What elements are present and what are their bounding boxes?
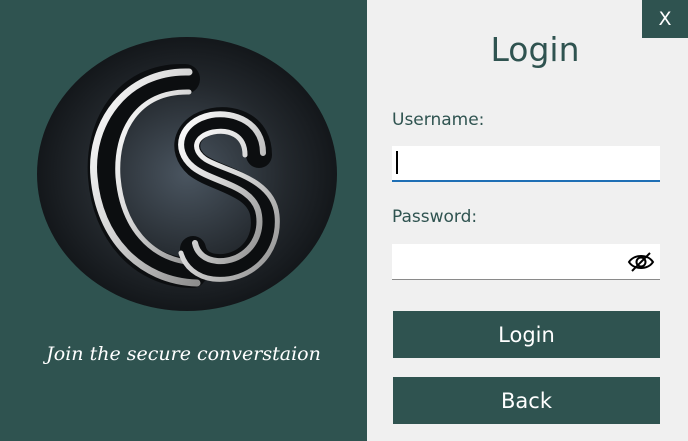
branding-panel: Join the secure converstaion xyxy=(0,0,367,441)
username-input[interactable] xyxy=(392,146,660,182)
password-input[interactable] xyxy=(392,244,660,280)
text-caret xyxy=(396,151,398,174)
username-label: Username: xyxy=(392,110,485,130)
back-button[interactable]: Back xyxy=(393,377,660,424)
login-window: Join the secure converstaion X Login Use… xyxy=(0,0,688,441)
login-button[interactable]: Login xyxy=(393,311,660,358)
tagline-text: Join the secure converstaion xyxy=(46,343,321,365)
password-label: Password: xyxy=(392,207,478,227)
cs-logo-icon xyxy=(37,37,337,311)
eye-slash-icon[interactable] xyxy=(624,247,658,277)
page-title: Login xyxy=(490,30,580,69)
